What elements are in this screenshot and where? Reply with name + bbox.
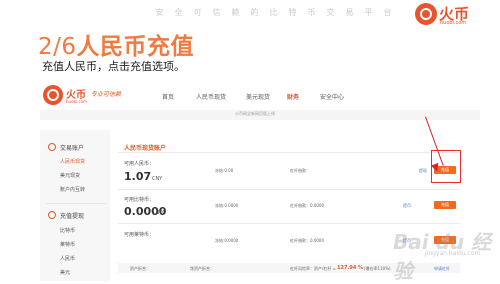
risk-ratio-value: 127.94 %: [337, 265, 364, 271]
slogan-char: 可: [193, 8, 202, 17]
slogan-char: 全: [174, 8, 183, 17]
net-assets-label: 净资产折合：: [190, 266, 214, 271]
risk-ratio-note: (爆仓率110%): [364, 266, 391, 271]
slogan-char: 安: [155, 8, 164, 17]
step-title-text: 人民币充值: [76, 34, 195, 60]
risk-ratio-label: 杠杆风险率：资产/杠杆 =: [290, 266, 336, 271]
nav-item-home[interactable]: 首页: [162, 92, 174, 101]
cny-label: 可用人民币：: [124, 161, 155, 167]
row-divider: [118, 223, 460, 224]
site-logo-icon[interactable]: [43, 85, 63, 105]
slogan-char: 台: [383, 8, 392, 17]
main-divider: [118, 152, 460, 153]
step-fraction: /6: [53, 34, 77, 60]
slogan-char: 比: [269, 8, 278, 17]
cny-value: 1.07: [124, 170, 152, 183]
sidebar-divider: [46, 203, 106, 204]
slogan: 安全可信赖的比特币交易平台: [150, 7, 397, 18]
account-icon: [48, 143, 56, 151]
huobi-logo-icon: [415, 3, 437, 25]
deposit-highlight-box: [431, 150, 461, 183]
slogan-char: 赖: [231, 8, 240, 17]
sidebar-item-usd[interactable]: 美元: [60, 269, 70, 276]
slogan-char: 平: [364, 8, 373, 17]
site-domain: huobi.com: [66, 99, 87, 104]
step-number: 2: [38, 34, 54, 60]
slogan-char: 特: [288, 8, 297, 17]
notice-text[interactable]: 火币网全新网页版上线: [235, 111, 275, 117]
slogan-char: 币: [307, 8, 316, 17]
watermark-domain: jingyan.baidu.com: [425, 250, 481, 257]
sidebar-item-cny[interactable]: 人民币: [60, 255, 75, 262]
nav-item-security[interactable]: 安全中心: [320, 92, 344, 101]
sidebar-item-ltc[interactable]: 莱特币: [60, 241, 75, 248]
btc-deposit-button[interactable]: 充值: [434, 201, 456, 209]
slogan-char: 的: [250, 8, 259, 17]
ltc-label: 可用莱特币：: [124, 232, 155, 238]
btc-label: 可用比特币：: [124, 197, 155, 203]
nav-item-finance[interactable]: 财务: [287, 92, 299, 101]
assets-label: 资产折合：: [130, 266, 150, 271]
ltc-frozen: 冻结:0.0000: [215, 238, 239, 243]
cny-loan: 杠杆借款：: [290, 168, 310, 173]
btc-loan: 杠杆借款：0.0000: [290, 203, 324, 208]
btc-withdraw-link[interactable]: 提币: [403, 203, 411, 209]
nav-item-cny-spot[interactable]: 人民币现货: [196, 92, 226, 101]
slogan-char: 易: [345, 8, 354, 17]
sidebar-item-usd-spot[interactable]: 美元现货: [60, 172, 80, 179]
instruction-text: 充值人民币，点击充值选项。: [42, 60, 185, 73]
nav-item-usd-spot[interactable]: 美元现货: [246, 92, 270, 101]
btc-unit: BTC: [156, 210, 166, 216]
sidebar-item-transfer[interactable]: 账户内互转: [60, 186, 85, 193]
btc-frozen: 冻结:0.0000: [215, 203, 239, 208]
cny-withdraw-link[interactable]: 提现: [419, 168, 427, 174]
sidebar-item-btc[interactable]: 比特币: [60, 227, 75, 234]
slogan-char: 交: [326, 8, 335, 17]
deposit-icon: [48, 211, 56, 219]
sidebar-section-trading: 交易账户: [60, 145, 85, 152]
top-logo-domain: huobi.com: [440, 20, 467, 26]
step-title: 2/6人民币充值: [38, 27, 194, 61]
sidebar-section-deposit: 充值提现: [60, 213, 85, 220]
sidebar-item-cny-spot[interactable]: 人民币现货: [60, 158, 85, 165]
main-title: 人民币现货账户: [124, 145, 167, 152]
ltc-loan: 杠杆借款：0.0000: [290, 238, 324, 243]
top-logo: 火币 huobi.com: [415, 2, 497, 28]
cny-unit: CNY: [152, 176, 163, 182]
row-divider: [118, 189, 460, 190]
site-tagline: 专业可信赖: [91, 91, 122, 98]
slogan-char: 信: [212, 8, 221, 17]
cny-frozen: 冻结:0.00: [215, 168, 234, 173]
